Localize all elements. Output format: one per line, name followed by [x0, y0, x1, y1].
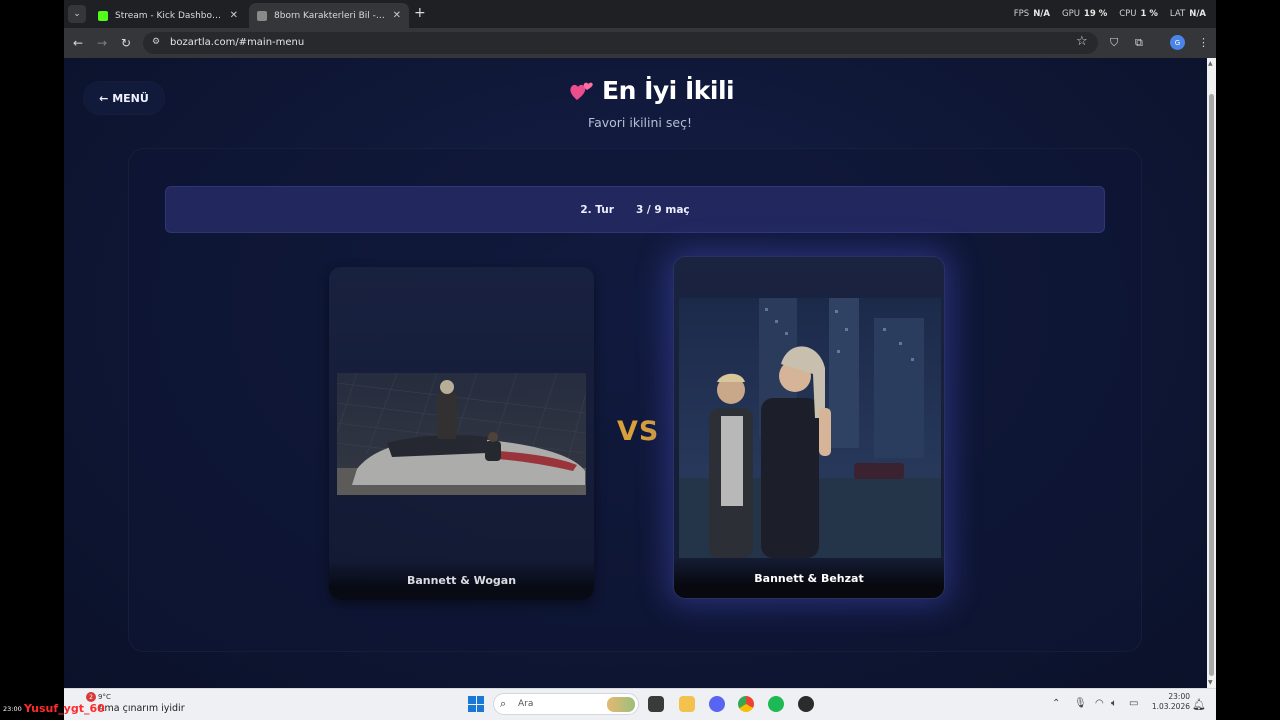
taskbar-search-box[interactable]: ⌕ Ara — [493, 693, 639, 715]
page-scrollbar[interactable]: ▲ ▼ — [1207, 58, 1216, 688]
choice-card-left[interactable]: Bannett & Wogan — [329, 267, 594, 600]
weather-temperature: 9°C — [98, 693, 111, 701]
extensions-puzzle-icon[interactable]: ⧉ — [1135, 36, 1143, 50]
reload-icon[interactable]: ↻ — [121, 36, 131, 50]
card-caption-left: Bannett & Wogan — [329, 560, 594, 600]
notifications-bell-icon[interactable]: 🔔︎ — [1192, 698, 1206, 711]
card-image-left — [337, 373, 586, 495]
search-icon: ⌕ — [500, 697, 507, 710]
lat-stat: LAT N/A — [1170, 9, 1206, 19]
scrollbar-thumb[interactable] — [1209, 94, 1214, 676]
new-tab-button[interactable]: + — [414, 5, 426, 21]
cpu-label: CPU — [1119, 9, 1137, 19]
search-placeholder: Ara — [518, 699, 534, 709]
spotify-icon[interactable] — [768, 696, 784, 712]
taskbar-clock[interactable]: 23:00 1.03.2026 — [1148, 692, 1190, 712]
task-view-icon[interactable] — [648, 696, 664, 712]
tab-kick-dashboard[interactable]: Stream - Kick Dashboard ✕ — [90, 3, 246, 28]
lat-label: LAT — [1169, 9, 1186, 19]
tray-chevron-icon[interactable]: ⌃ — [1052, 698, 1060, 709]
tab-search-icon[interactable]: ⌄ — [68, 5, 86, 23]
cpu-stat: CPU 1 % — [1119, 9, 1158, 19]
gpu-value: 19 % — [1083, 9, 1108, 19]
chrome-icon[interactable] — [738, 696, 754, 712]
cpu-value: 1 % — [1140, 9, 1158, 19]
windows-start-icon[interactable] — [468, 696, 484, 712]
kick-favicon-icon — [98, 10, 108, 21]
url-text[interactable]: bozartla.com/#main-menu — [170, 37, 304, 48]
site-info-icon[interactable]: ⚙ — [152, 37, 163, 48]
stream-username: Yusuf_ygt_60 — [24, 702, 105, 715]
stream-time: 23:00 — [3, 705, 22, 713]
round-info-bar: 2. Tur 3 / 9 maç — [165, 186, 1105, 233]
battery-icon[interactable]: ▭ — [1129, 698, 1138, 709]
discord-icon[interactable] — [709, 696, 725, 712]
bookmark-star-icon[interactable]: ☆ — [1076, 34, 1088, 49]
back-arrow-icon[interactable]: ← — [73, 36, 83, 50]
wifi-icon[interactable]: ◠ — [1095, 698, 1104, 709]
performance-overlay: FPS N/A GPU 19 % CPU 1 % LAT N/A — [1014, 9, 1206, 19]
vs-label: VS — [617, 416, 660, 447]
profile-avatar[interactable]: G — [1170, 35, 1185, 50]
fps-stat: FPS N/A — [1014, 9, 1050, 19]
gpu-label: GPU — [1061, 9, 1080, 19]
tab-label: Stream - Kick Dashboard — [115, 10, 224, 21]
round-label: 2. Tur — [580, 203, 614, 216]
gpu-stat: GPU 19 % — [1062, 9, 1107, 19]
choice-card-right[interactable]: Bannett & Behzat — [673, 256, 945, 599]
page-title: En İyi İkili — [602, 76, 735, 105]
tab-label: 8born Karakterleri Bil - Bozartla — [274, 10, 387, 21]
weather-message: Ama çınarım iyidir — [98, 703, 185, 714]
page-subtitle: Favori ikilini seç! — [588, 115, 692, 130]
card-caption-right: Bannett & Behzat — [674, 558, 944, 598]
volume-icon[interactable]: 🔈︎ — [1111, 698, 1117, 709]
forward-arrow-icon[interactable]: → — [97, 36, 107, 50]
browser-menu-icon[interactable]: ⋮ — [1198, 36, 1209, 49]
scroll-up-icon[interactable]: ▲ — [1208, 60, 1213, 67]
two-hearts-icon — [570, 82, 593, 100]
match-counter: 3 / 9 maç — [635, 203, 690, 216]
fps-value: N/A — [1033, 9, 1050, 19]
fps-label: FPS — [1013, 9, 1030, 19]
microphone-icon[interactable]: 🎙︎ — [1074, 698, 1087, 709]
menu-back-button[interactable]: ← MENÜ — [84, 82, 164, 114]
shield-extension-icon[interactable]: ⛉ — [1110, 36, 1118, 50]
screen: ⌄ Stream - Kick Dashboard ✕ 8born Karakt… — [0, 0, 1280, 720]
scroll-down-icon[interactable]: ▼ — [1208, 679, 1213, 686]
obs-icon[interactable] — [798, 696, 814, 712]
clock-time: 23:00 — [1168, 692, 1190, 701]
card-image-right — [679, 298, 941, 558]
notification-badge: 2 — [86, 692, 96, 702]
tab-close-icon[interactable]: ✕ — [393, 10, 401, 21]
bozartla-favicon-icon — [257, 10, 267, 21]
page-title-row: En İyi İkili — [568, 76, 735, 105]
search-highlight-icon — [607, 697, 635, 712]
tab-close-icon[interactable]: ✕ — [230, 10, 238, 21]
file-explorer-icon[interactable] — [679, 696, 695, 712]
clock-date: 1.03.2026 — [1151, 702, 1190, 711]
lat-value: N/A — [1189, 9, 1206, 19]
windows-taskbar — [64, 688, 1216, 720]
tab-bozartla[interactable]: 8born Karakterleri Bil - Bozartla ✕ — [249, 3, 409, 28]
